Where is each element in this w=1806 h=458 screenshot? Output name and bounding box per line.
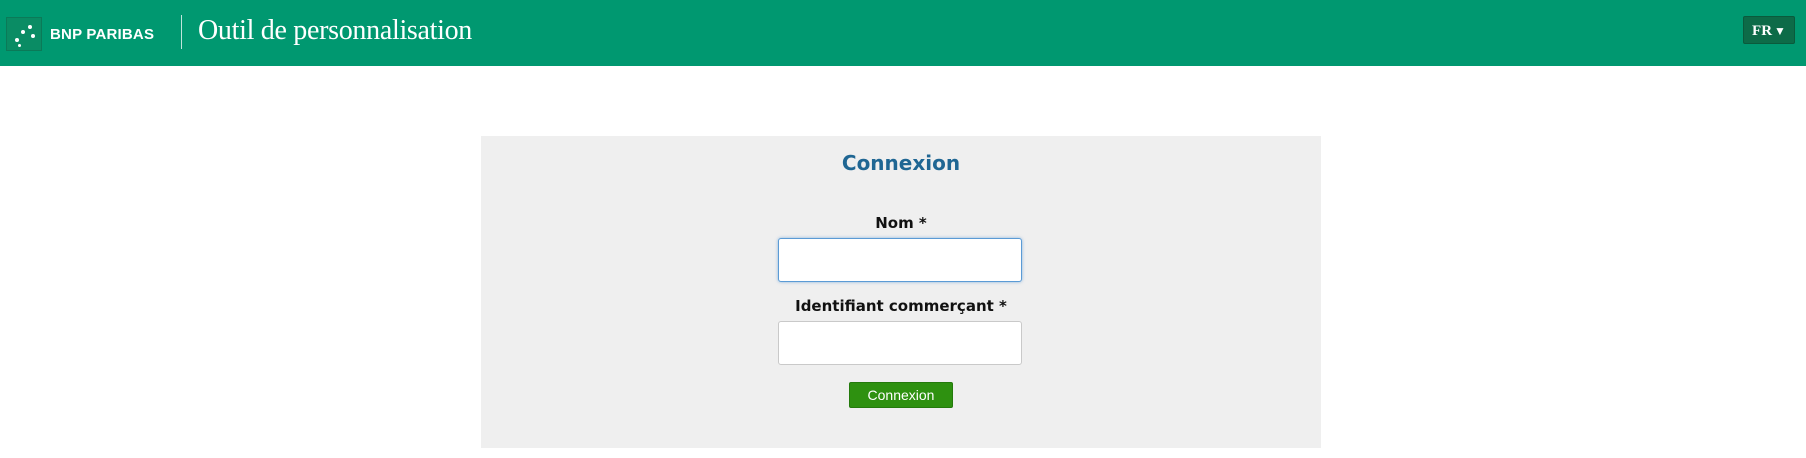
- bnp-stars-logo-icon: [6, 17, 42, 51]
- merchant-id-label: Identifiant commerçant *: [795, 297, 1007, 315]
- login-button[interactable]: Connexion: [849, 382, 953, 408]
- name-input[interactable]: [778, 238, 1022, 282]
- language-code: FR: [1752, 23, 1773, 39]
- login-title: Connexion: [841, 151, 961, 175]
- header-divider: [181, 15, 182, 49]
- merchant-id-input[interactable]: [778, 321, 1022, 365]
- name-label: Nom *: [875, 214, 927, 232]
- brand-name: BNP PARIBAS: [50, 25, 155, 43]
- login-panel: Connexion Nom * Identifiant commerçant *…: [481, 136, 1321, 448]
- language-selector-button[interactable]: FR ▼: [1743, 16, 1795, 44]
- caret-down-icon: ▼: [1774, 24, 1786, 38]
- app-title: Outil de personnalisation: [198, 15, 473, 46]
- top-header: BNP PARIBAS Outil de personnalisation FR…: [0, 0, 1806, 66]
- bnp-paribas-logo[interactable]: BNP PARIBAS: [6, 17, 154, 51]
